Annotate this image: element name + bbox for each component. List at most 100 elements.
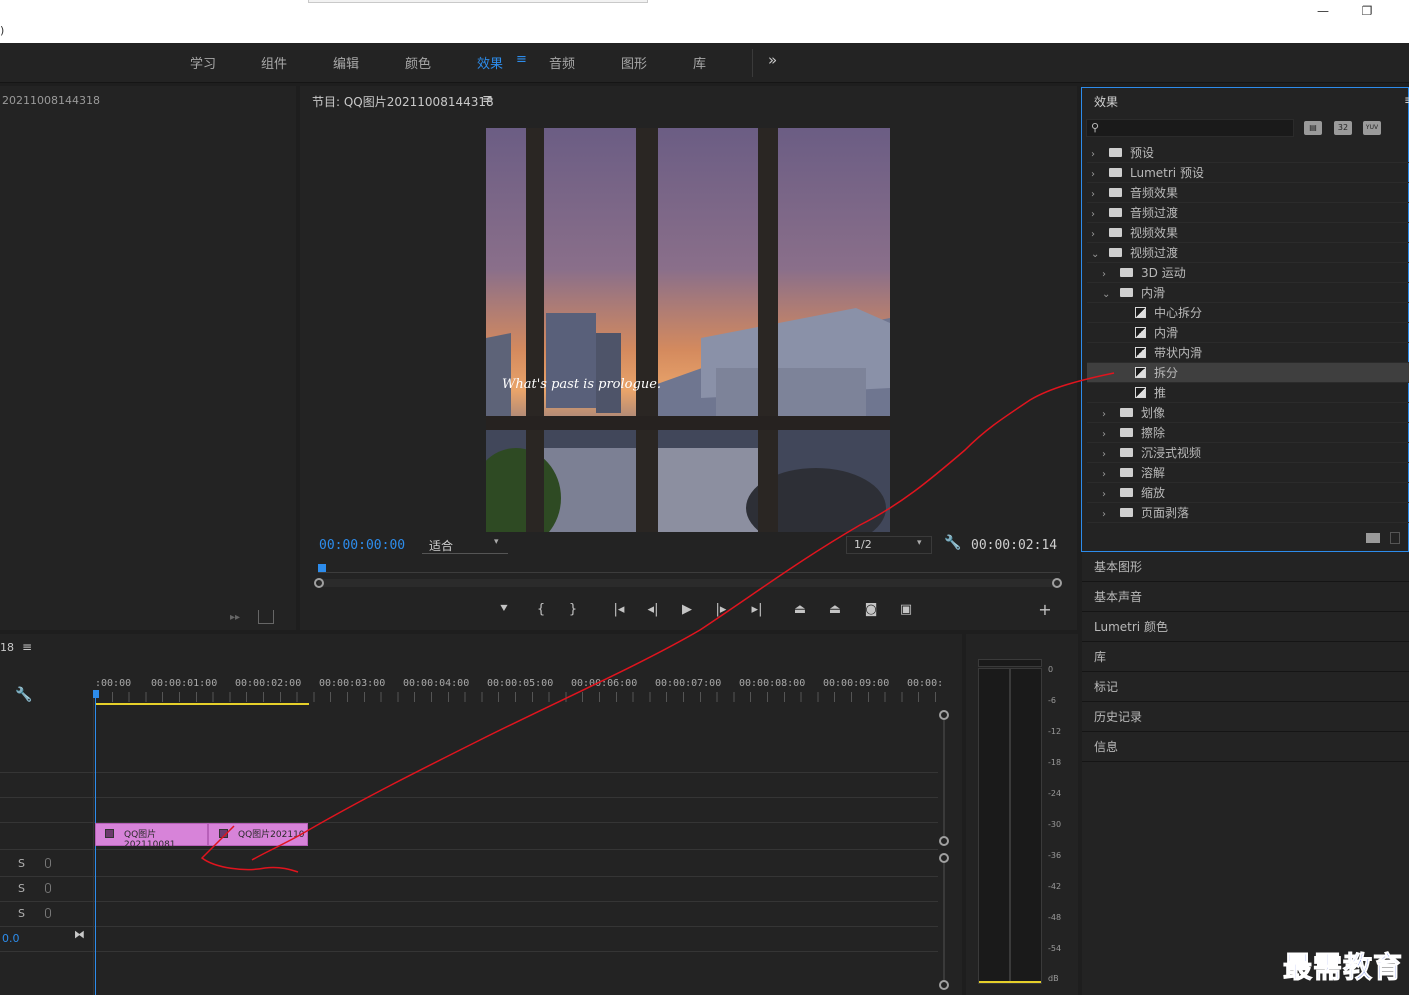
effects-tree-folder[interactable]: ⌄ 视频过渡 — [1087, 243, 1409, 263]
chevron-right-icon[interactable]: › — [1091, 185, 1101, 205]
mark-in-icon[interactable]: { — [530, 601, 552, 619]
audio-track-solo[interactable]: S — [18, 882, 25, 895]
chevron-right-icon[interactable]: › — [1102, 425, 1112, 445]
workspace-tab-effects[interactable]: 效果 — [477, 53, 503, 72]
panel-lumetri-color[interactable]: Lumetri 颜色 — [1082, 612, 1409, 642]
workspace-tab-graphics[interactable]: 图形 — [621, 53, 647, 72]
accelerated-effects-icon[interactable]: ▤ — [1304, 121, 1322, 135]
effects-tree-effect[interactable]: 推 — [1087, 383, 1409, 403]
chevron-right-icon[interactable]: › — [1102, 505, 1112, 525]
playhead-marker[interactable] — [318, 564, 326, 572]
add-button-icon[interactable]: + — [1034, 601, 1056, 619]
program-menu-icon[interactable]: ≡ — [482, 92, 493, 107]
delete-icon[interactable] — [1390, 532, 1400, 544]
comparison-view-icon[interactable]: ▣ — [895, 601, 917, 619]
chevron-down-icon[interactable]: ⌄ — [1091, 245, 1101, 265]
new-folder-icon[interactable] — [1366, 533, 1380, 543]
mic-icon[interactable] — [45, 858, 51, 868]
timeline-vscroll-top[interactable] — [939, 710, 949, 720]
zoom-handle-left[interactable] — [314, 578, 324, 588]
effects-menu-icon[interactable]: ≡ — [1404, 93, 1409, 107]
timeline-vscroll-mid[interactable] — [939, 836, 949, 846]
panel-markers[interactable]: 标记 — [1082, 672, 1409, 702]
chevron-right-icon[interactable]: › — [1091, 205, 1101, 225]
32bit-effects-icon[interactable]: 32 — [1334, 121, 1352, 135]
play-icon[interactable]: ▶ — [676, 601, 698, 619]
workspace-tab-learn[interactable]: 学习 — [190, 53, 216, 72]
effects-tree-effect[interactable]: 内滑 — [1087, 323, 1409, 343]
step-back-icon[interactable]: ◂| — [642, 601, 664, 619]
audio-track-solo[interactable]: S — [18, 907, 25, 920]
mic-icon[interactable] — [45, 908, 51, 918]
mic-icon[interactable] — [45, 883, 51, 893]
panel-history[interactable]: 历史记录 — [1082, 702, 1409, 732]
add-marker-icon[interactable]: ⯆ — [493, 601, 515, 619]
insert-icon[interactable]: ▸▸ — [230, 612, 246, 624]
panel-info[interactable]: 信息 — [1082, 732, 1409, 762]
panel-essential-graphics[interactable]: 基本图形 — [1082, 552, 1409, 582]
mark-out-icon[interactable]: } — [562, 601, 584, 619]
workspace-more-icon[interactable]: » — [768, 51, 777, 69]
workspace-tab-libraries[interactable]: 库 — [693, 53, 706, 72]
workspace-menu-icon[interactable]: ≡ — [516, 52, 527, 67]
master-volume-value[interactable]: 0.0 — [2, 932, 20, 945]
workspace-tab-assembly[interactable]: 组件 — [261, 53, 287, 72]
restore-icon[interactable]: ❐ — [1356, 2, 1378, 20]
effects-tree-effect[interactable]: 中心拆分 — [1087, 303, 1409, 323]
effects-tree-folder[interactable]: › 划像 — [1087, 403, 1409, 423]
effects-tree-folder[interactable]: › 沉浸式视频 — [1087, 443, 1409, 463]
program-current-timecode[interactable]: 00:00:00:00 — [319, 538, 405, 553]
workspace-tab-editing[interactable]: 编辑 — [333, 53, 359, 72]
audio-track-solo[interactable]: S — [18, 857, 25, 870]
effects-tree-effect[interactable]: 带状内滑 — [1087, 343, 1409, 363]
program-scrub-ruler[interactable] — [318, 564, 1060, 578]
wrench-icon[interactable]: 🔧 — [15, 687, 32, 703]
effects-tree-folder[interactable]: › 预设 — [1087, 143, 1409, 163]
clip[interactable]: QQ图片202110081 — [95, 823, 208, 850]
chevron-right-icon[interactable]: › — [1102, 465, 1112, 485]
effects-tree-folder[interactable]: › 音频效果 — [1087, 183, 1409, 203]
chevron-right-icon[interactable]: › — [1091, 165, 1101, 185]
panel-essential-sound[interactable]: 基本声音 — [1082, 582, 1409, 612]
program-zoom-bar[interactable] — [314, 578, 1062, 588]
effects-tree-folder[interactable]: › 音频过渡 — [1087, 203, 1409, 223]
chevron-right-icon[interactable]: › — [1102, 405, 1112, 425]
chevron-right-icon[interactable]: › — [1102, 485, 1112, 505]
effects-tree-folder[interactable]: ⌄ 内滑 — [1087, 283, 1409, 303]
workspace-tab-audio[interactable]: 音频 — [549, 53, 575, 72]
clip[interactable]: QQ图片202110 — [208, 823, 308, 846]
effects-tree-folder[interactable]: › 缩放 — [1087, 483, 1409, 503]
camera-icon[interactable]: ◙ — [860, 601, 882, 619]
timeline-menu-icon[interactable]: ≡ — [22, 640, 32, 654]
chevron-right-icon[interactable]: › — [1091, 145, 1101, 165]
fit-dropdown[interactable]: 适合 ▾ — [422, 536, 508, 554]
effects-tree-effect[interactable]: 拆分 — [1087, 363, 1409, 383]
timeline-playhead-head[interactable] — [93, 690, 99, 698]
chevron-down-icon[interactable]: ⌄ — [1102, 285, 1112, 305]
go-to-out-icon[interactable]: ▸| — [746, 601, 768, 619]
effects-tree-folder[interactable]: › 溶解 — [1087, 463, 1409, 483]
chevron-right-icon[interactable]: › — [1091, 225, 1101, 245]
chevron-right-icon[interactable]: › — [1102, 265, 1112, 285]
zoom-handle-right[interactable] — [1052, 578, 1062, 588]
program-video-frame[interactable]: What's past is prologue. — [486, 128, 890, 532]
step-forward-icon[interactable]: |▸ — [710, 601, 732, 619]
effects-tree-folder[interactable]: › 擦除 — [1087, 423, 1409, 443]
chevron-right-icon[interactable]: › — [1102, 445, 1112, 465]
workspace-tab-color[interactable]: 颜色 — [405, 53, 431, 72]
work-area-bar[interactable] — [95, 703, 309, 705]
go-to-in-icon[interactable]: |◂ — [608, 601, 630, 619]
panel-libraries[interactable]: 库 — [1082, 642, 1409, 672]
master-pan-icon[interactable]: ⧓ — [74, 928, 85, 941]
resolution-dropdown[interactable]: 1/2 ▾ — [846, 536, 932, 554]
timeline-vscroll-audio-top[interactable] — [939, 853, 949, 863]
effects-tree-folder[interactable]: › Lumetri 预设 — [1087, 163, 1409, 183]
timeline-playhead-line[interactable] — [95, 698, 96, 995]
wrench-icon[interactable]: 🔧 — [944, 535, 961, 551]
yuv-effects-icon[interactable]: YUV — [1363, 121, 1381, 135]
effects-tree-folder[interactable]: › 页面剥落 — [1087, 503, 1409, 523]
effects-tree-folder[interactable]: › 3D 运动 — [1087, 263, 1409, 283]
effects-search-input[interactable]: ⚲ — [1086, 119, 1294, 137]
extract-icon[interactable]: ⏏ — [824, 601, 846, 619]
lift-icon[interactable]: ⏏ — [789, 601, 811, 619]
